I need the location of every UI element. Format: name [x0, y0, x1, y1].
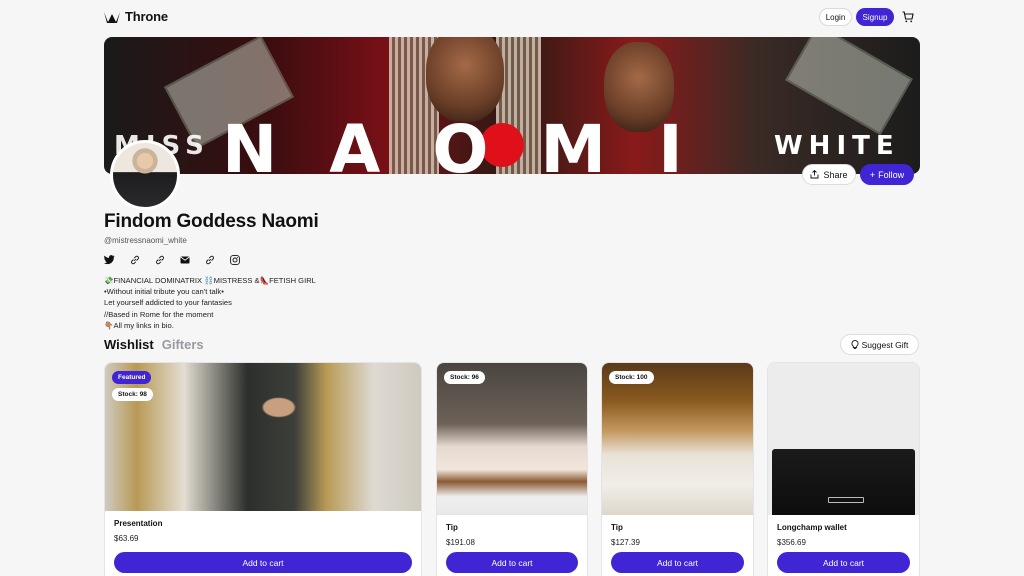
brand-logo[interactable]: Throne: [104, 9, 168, 24]
social-links: [104, 254, 240, 265]
bio-line: Let yourself addicted to your fantasies: [104, 298, 232, 308]
profile-bio: 💸FINANCIAL DOMINATRIX ⛓️MISTRESS &👠FETIS…: [104, 275, 316, 331]
add-to-cart-button[interactable]: Add to cart: [777, 552, 910, 573]
suggest-gift-button[interactable]: Suggest Gift: [840, 334, 919, 355]
share-icon: [811, 170, 819, 179]
suggest-gift-label: Suggest Gift: [861, 339, 909, 350]
tab-wishlist[interactable]: Wishlist: [104, 337, 154, 352]
link-icon[interactable]: [204, 254, 215, 265]
product-price: $127.39: [611, 538, 640, 547]
instagram-icon[interactable]: [229, 254, 240, 265]
product-price: $191.08: [446, 538, 475, 547]
product-card[interactable]: Stock: 100 Tip $127.39 Add to cart: [601, 362, 754, 576]
product-image[interactable]: [437, 363, 587, 515]
signup-button[interactable]: Signup: [856, 8, 894, 26]
profile-banner: MISS NAOMI WHITE: [104, 37, 920, 174]
add-to-cart-button[interactable]: Add to cart: [611, 552, 744, 573]
product-title[interactable]: Tip: [446, 523, 458, 532]
product-price: $63.69: [114, 534, 139, 543]
product-title[interactable]: Presentation: [114, 519, 162, 528]
add-to-cart-button[interactable]: Add to cart: [114, 552, 412, 573]
product-image[interactable]: [105, 363, 421, 511]
share-label: Share: [823, 169, 848, 180]
stock-badge: Stock: 100: [609, 371, 654, 384]
banner-money-image: [785, 37, 913, 136]
login-button[interactable]: Login: [819, 8, 852, 26]
cart-icon[interactable]: [902, 11, 914, 23]
add-to-cart-button[interactable]: Add to cart: [446, 552, 578, 573]
product-card[interactable]: Longchamp wallet $356.69 Add to cart: [767, 362, 920, 576]
wallet-clasp: [828, 497, 864, 503]
product-card[interactable]: Stock: 96 Tip $191.08 Add to cart: [436, 362, 588, 576]
product-image[interactable]: [602, 363, 753, 515]
twitter-icon[interactable]: [104, 254, 115, 265]
brand-name: Throne: [125, 9, 168, 24]
wallet-image: [772, 449, 915, 515]
follow-label: Follow: [878, 169, 905, 180]
link-icon[interactable]: [129, 254, 140, 265]
bio-line: 💸FINANCIAL DOMINATRIX ⛓️MISTRESS &👠FETIS…: [104, 276, 316, 285]
product-image[interactable]: [768, 363, 919, 515]
tab-gifters[interactable]: Gifters: [162, 337, 204, 352]
product-card[interactable]: Featured Stock: 98 Presentation $63.69 A…: [104, 362, 422, 576]
product-title[interactable]: Tip: [611, 523, 623, 532]
profile-handle: @mistressnaomi_white: [104, 236, 187, 245]
plus-icon: +: [869, 169, 876, 180]
avatar: [110, 140, 180, 210]
bio-line: •Without initial tribute you can't talk•: [104, 287, 224, 297]
mail-icon[interactable]: [179, 254, 190, 265]
bio-line: //Based in Rome for the moment: [104, 309, 214, 319]
banner-portrait-image: [426, 37, 504, 122]
top-nav: Throne Login Signup: [0, 0, 1024, 36]
product-price: $356.69: [777, 538, 806, 547]
banner-text-naomi: NAOMI: [222, 111, 735, 174]
lightbulb-icon: [851, 339, 859, 349]
stock-badge: Stock: 96: [444, 371, 485, 384]
link-icon[interactable]: [154, 254, 165, 265]
profile-tabs: Wishlist Gifters: [104, 337, 204, 352]
stock-badge: Stock: 98: [112, 388, 153, 401]
profile-name: Findom Goddess Naomi: [104, 211, 319, 232]
banner-text-white: WHITE: [774, 131, 900, 161]
featured-badge: Featured: [112, 371, 152, 384]
crown-icon: [104, 11, 120, 23]
follow-button[interactable]: + Follow: [860, 164, 914, 185]
product-title[interactable]: Longchamp wallet: [777, 523, 847, 532]
share-button[interactable]: Share: [802, 164, 856, 185]
bio-line: 👇🏽All my links in bio.: [104, 320, 174, 330]
